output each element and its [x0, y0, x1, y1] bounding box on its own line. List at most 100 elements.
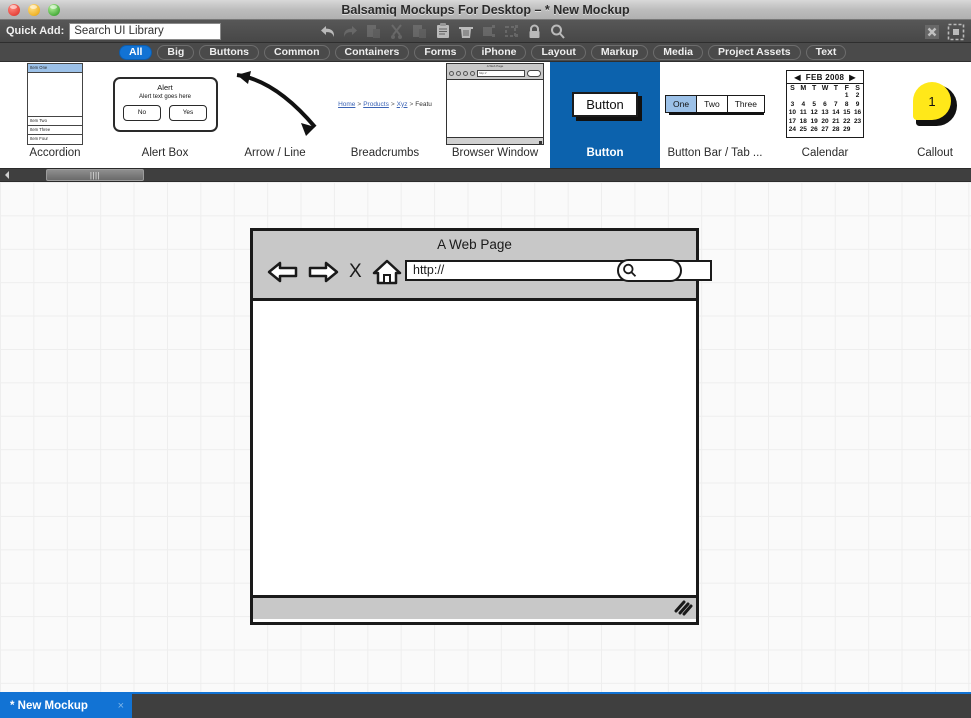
alert-yes-button: Yes	[169, 105, 207, 121]
library-item-label: Callout	[881, 146, 971, 160]
quick-add-input[interactable]	[69, 23, 221, 40]
breadcrumb-home: Home	[338, 101, 355, 108]
undo-icon[interactable]	[317, 21, 338, 42]
cal-day: 19	[809, 118, 820, 126]
stop-icon	[463, 71, 468, 76]
library-item-breadcrumbs[interactable]: Home>Products>Xyz>Featu Breadcrumbs	[330, 62, 440, 168]
forward-arrow-icon	[456, 71, 461, 76]
tab-all[interactable]: All	[119, 45, 152, 60]
group-icon[interactable]	[478, 21, 499, 42]
document-tab-close-icon[interactable]: ×	[118, 700, 124, 712]
document-tab-bar: * New Mockup ×	[0, 692, 971, 718]
mockup-page-content[interactable]	[253, 301, 696, 595]
tab-containers[interactable]: Containers	[335, 45, 410, 60]
tab-buttons[interactable]: Buttons	[199, 45, 259, 60]
button-face-label: Button	[572, 92, 638, 117]
library-item-calendar[interactable]: ◀ FEB 2008 ▶ S M T W T F S	[770, 62, 880, 168]
cal-day	[852, 126, 863, 134]
window-titlebar: Balsamiq Mockups For Desktop – * New Moc…	[0, 0, 971, 20]
dow-w: W	[820, 85, 831, 92]
button-bar-segment-three: Three	[728, 96, 764, 112]
cal-day: 6	[820, 101, 831, 109]
mockup-canvas[interactable]: A Web Page X http://	[0, 182, 971, 692]
ui-library-strip: Item One Item Two Item Three Item Four A…	[0, 62, 971, 168]
scrollbar-grip: ||||	[90, 171, 100, 180]
toolbar-icon-group	[317, 21, 568, 42]
zoom-icon[interactable]	[547, 21, 568, 42]
lock-icon[interactable]	[524, 21, 545, 42]
tab-iphone[interactable]: iPhone	[471, 45, 526, 60]
cal-day: 7	[830, 101, 841, 109]
breadcrumbs-thumbnail: Home>Products>Xyz>Featu	[330, 62, 440, 146]
browser-window-mockup[interactable]: A Web Page X http://	[250, 228, 699, 625]
main-toolbar: Quick Add:	[0, 20, 971, 43]
delete-trash-icon[interactable]	[455, 21, 476, 42]
calendar-next-icon: ▶	[849, 73, 855, 82]
accordion-row-3: Item Three	[28, 126, 82, 135]
tab-layout[interactable]: Layout	[531, 45, 585, 60]
stop-x-icon[interactable]: X	[349, 261, 362, 283]
cal-day	[787, 92, 798, 100]
cal-day: 3	[787, 101, 798, 109]
cal-day: 15	[841, 109, 852, 117]
mockup-browser-toolbar: A Web Page X http://	[253, 231, 696, 301]
home-icon	[470, 71, 475, 76]
cal-day: 4	[798, 101, 809, 109]
browser-thumb-search	[527, 70, 541, 77]
back-arrow-icon[interactable]	[267, 259, 299, 285]
library-item-alert-box[interactable]: Alert Alert text goes here No Yes Alert …	[110, 62, 220, 168]
home-icon[interactable]	[372, 258, 402, 286]
button-bar-segment-one: One	[666, 96, 697, 112]
app-window: Balsamiq Mockups For Desktop – * New Moc…	[0, 0, 971, 718]
alert-box-thumbnail: Alert Alert text goes here No Yes	[110, 62, 220, 146]
library-item-arrow-line[interactable]: Arrow / Line	[220, 62, 330, 168]
tab-common[interactable]: Common	[264, 45, 330, 60]
library-item-label: Browser Window	[441, 146, 549, 160]
dow-f: F	[841, 85, 852, 92]
tab-text[interactable]: Text	[806, 45, 847, 60]
breadcrumb-separator: >	[391, 101, 395, 108]
tab-markup[interactable]: Markup	[591, 45, 648, 60]
library-item-browser-window[interactable]: A Web Page http:// Browser Window	[440, 62, 550, 168]
library-item-button-bar[interactable]: One Two Three Button Bar / Tab ...	[660, 62, 770, 168]
browser-thumb-url: http://	[477, 70, 525, 77]
cal-day: 24	[787, 126, 798, 134]
fullscreen-icon[interactable]	[945, 21, 966, 42]
library-category-tabs: All Big Buttons Common Containers Forms …	[0, 43, 971, 62]
document-tab-new-mockup[interactable]: * New Mockup ×	[0, 694, 132, 718]
cal-day	[830, 92, 841, 100]
accordion-row-2: Item Two	[28, 117, 82, 126]
copy-icon[interactable]	[363, 21, 384, 42]
forward-arrow-icon[interactable]	[307, 259, 339, 285]
cut-icon[interactable]	[386, 21, 407, 42]
scrollbar-thumb[interactable]: ||||	[46, 169, 144, 181]
mockup-search-box[interactable]	[617, 259, 682, 282]
breadcrumb-separator: >	[357, 101, 361, 108]
library-item-accordion[interactable]: Item One Item Two Item Three Item Four A…	[0, 62, 110, 168]
breadcrumb-featu: Featu	[415, 101, 432, 108]
browser-thumb-statusbar	[447, 137, 543, 144]
duplicate-icon[interactable]	[409, 21, 430, 42]
resize-grip-icon[interactable]	[673, 600, 693, 616]
ungroup-icon[interactable]	[501, 21, 522, 42]
toolbar-right-group	[921, 21, 966, 42]
mockup-page-title: A Web Page	[253, 237, 696, 252]
library-item-button[interactable]: Button Button	[550, 62, 660, 168]
breadcrumb-separator: >	[410, 101, 414, 108]
tab-forms[interactable]: Forms	[414, 45, 466, 60]
scrollbar-track[interactable]: ||||	[14, 168, 971, 182]
redo-icon[interactable]	[340, 21, 361, 42]
tab-big[interactable]: Big	[157, 45, 194, 60]
alert-title: Alert	[157, 83, 172, 92]
tab-project-assets[interactable]: Project Assets	[708, 45, 801, 60]
browser-window-thumbnail: A Web Page http://	[440, 62, 550, 146]
dow-t: T	[809, 85, 820, 92]
tab-media[interactable]: Media	[653, 45, 703, 60]
dow-sa: S	[852, 85, 863, 92]
cal-day: 18	[798, 118, 809, 126]
library-horizontal-scrollbar[interactable]: ||||	[0, 168, 971, 182]
scroll-left-arrow-icon[interactable]	[0, 168, 14, 182]
library-item-callout[interactable]: 1 Callout	[880, 62, 971, 168]
close-panel-icon[interactable]	[921, 21, 942, 42]
paste-icon[interactable]	[432, 21, 453, 42]
